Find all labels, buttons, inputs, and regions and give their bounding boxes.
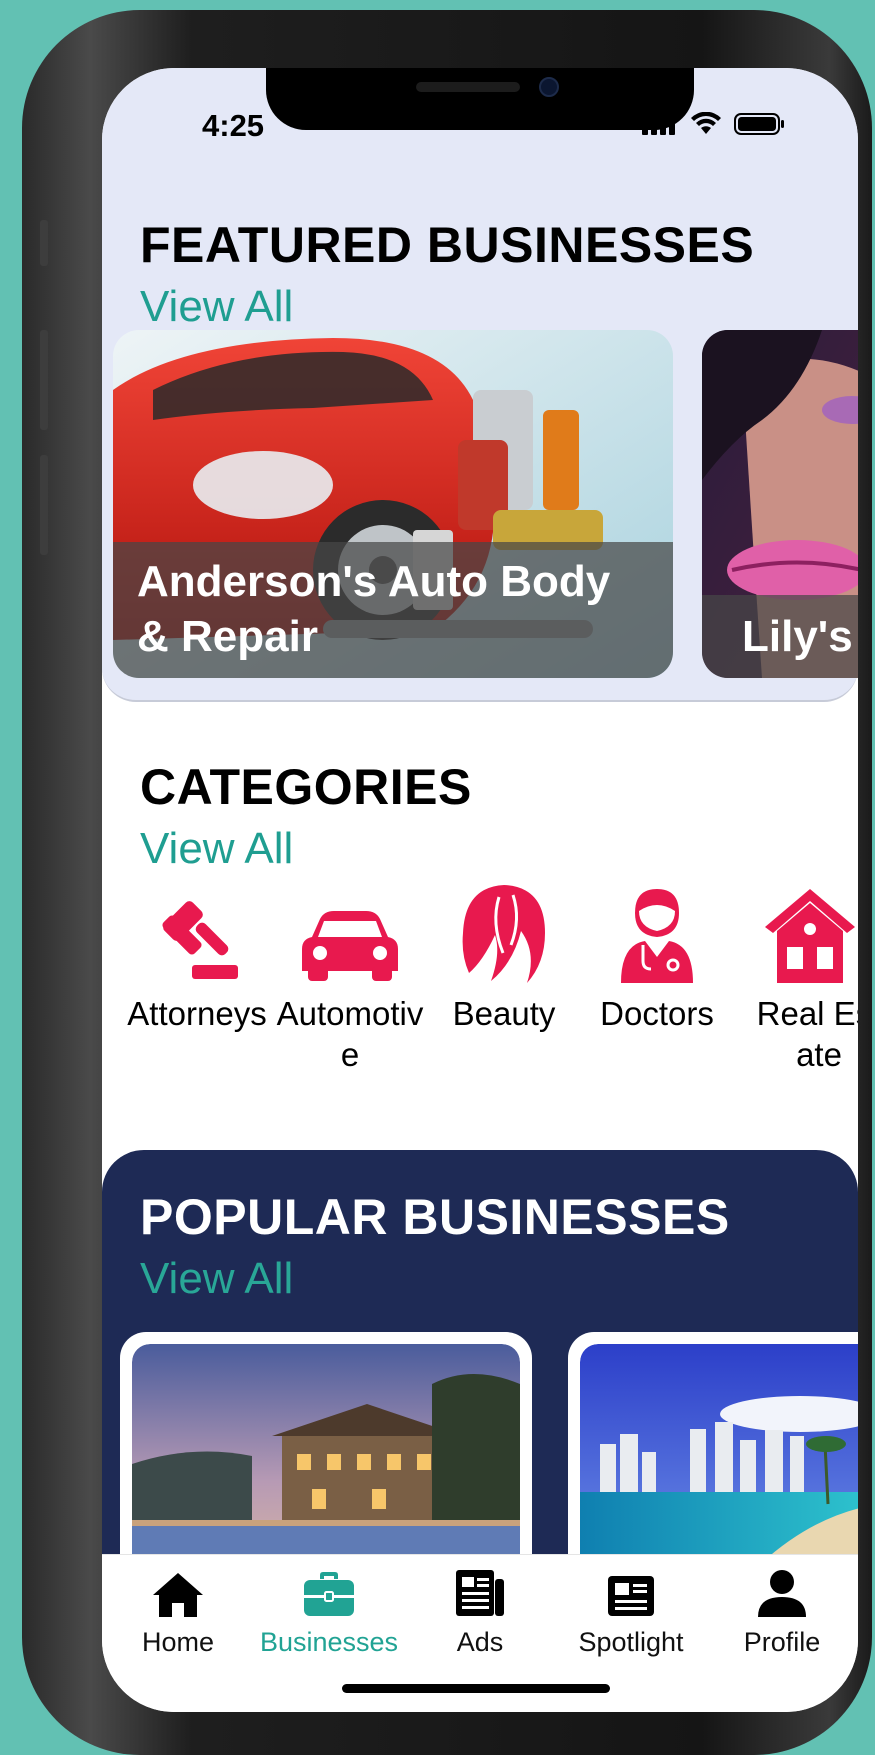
- tab-label: Ads: [456, 1627, 504, 1657]
- car-icon: [302, 911, 398, 981]
- app-screen: 4:25 FEATURED BUSINESSES View All Anders…: [102, 68, 858, 1712]
- tab-label: Businesses: [259, 1627, 399, 1657]
- cellular-signal-icon: [642, 113, 675, 135]
- tab-label: Home: [141, 1627, 215, 1657]
- featured-card-label: Anderson's Auto Body & Repair: [113, 542, 673, 678]
- categories-title: CATEGORIES: [140, 759, 472, 815]
- briefcase-icon: [304, 1572, 354, 1616]
- featured-card-label: Lily's: [702, 595, 858, 678]
- featured-title: FEATURED BUSINESSES: [140, 217, 755, 273]
- mute-switch: [40, 220, 48, 266]
- home-indicator[interactable]: [342, 1684, 610, 1693]
- category-doctors[interactable]: Doctors: [582, 883, 732, 1034]
- beach-city-image: [580, 1344, 858, 1574]
- tab-ads[interactable]: Ads: [404, 1569, 556, 1658]
- tab-spotlight[interactable]: Spotlight: [555, 1569, 707, 1658]
- status-icons: [642, 112, 786, 136]
- tab-home[interactable]: Home: [102, 1569, 254, 1658]
- popular-title: POPULAR BUSINESSES: [140, 1189, 730, 1245]
- category-real-estate[interactable]: Real Estate: [735, 883, 858, 1075]
- featured-view-all-link[interactable]: View All: [140, 282, 293, 332]
- battery-icon: [734, 113, 784, 135]
- tab-label: Profile: [743, 1627, 821, 1657]
- hair-icon: [462, 885, 545, 983]
- featured-card-lilys[interactable]: Lily's: [702, 330, 858, 678]
- tab-label: Spotlight: [578, 1627, 684, 1657]
- newspaper-icon: [456, 1570, 504, 1616]
- phone-frame: 4:25 FEATURED BUSINESSES View All Anders…: [22, 10, 872, 1755]
- categories-view-all-link[interactable]: View All: [140, 824, 293, 874]
- category-attorneys[interactable]: Attorneys: [122, 883, 272, 1034]
- front-camera: [539, 77, 559, 97]
- category-label: Automotive: [276, 995, 424, 1073]
- tab-profile[interactable]: Profile: [706, 1569, 858, 1658]
- person-icon: [758, 1570, 806, 1617]
- popular-view-all-link[interactable]: View All: [140, 1254, 293, 1304]
- status-time: 4:25: [202, 108, 265, 143]
- category-beauty[interactable]: Beauty: [429, 883, 579, 1034]
- gavel-icon: [162, 901, 238, 979]
- volume-up-button: [40, 330, 48, 430]
- notch: [266, 68, 694, 130]
- category-automotive[interactable]: Automotive: [275, 883, 425, 1075]
- wifi-icon: [691, 112, 721, 134]
- category-label: Attorneys: [127, 995, 267, 1032]
- popular-section: POPULAR BUSINESSES View All: [102, 1150, 858, 1622]
- speaker: [416, 82, 520, 92]
- doctor-icon: [621, 889, 693, 983]
- tab-businesses[interactable]: Businesses: [253, 1569, 405, 1658]
- volume-down-button: [40, 455, 48, 555]
- house-icon: [765, 889, 855, 983]
- featured-card-anderson[interactable]: Anderson's Auto Body & Repair: [113, 330, 673, 678]
- mansion-image: [132, 1344, 520, 1574]
- category-label: Beauty: [452, 995, 556, 1032]
- category-label: Real Estate: [756, 995, 858, 1073]
- category-label: Doctors: [600, 995, 714, 1032]
- featured-section: FEATURED BUSINESSES View All Anderson's …: [102, 68, 858, 702]
- home-icon: [153, 1573, 203, 1617]
- spotlight-icon: [608, 1576, 654, 1616]
- categories-list: Attorneys Automotive Beauty Doctors Real…: [102, 883, 858, 1073]
